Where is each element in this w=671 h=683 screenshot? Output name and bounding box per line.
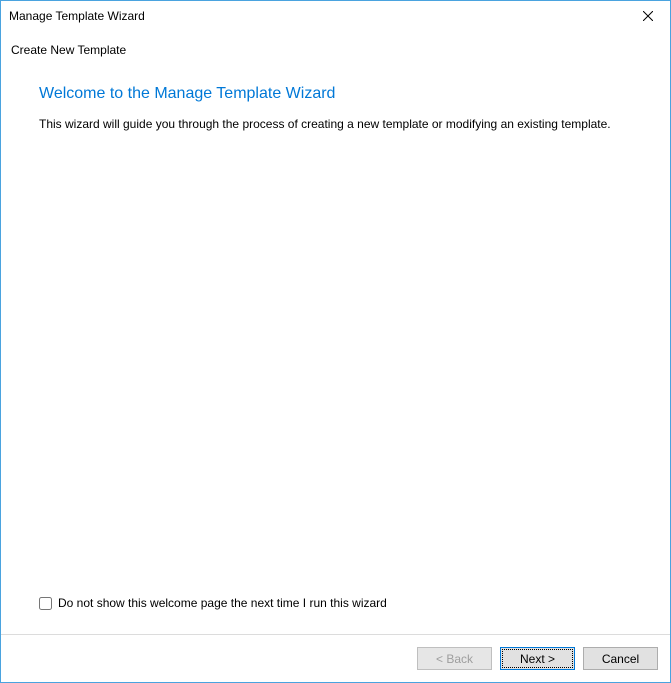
back-button: < Back xyxy=(417,647,492,670)
welcome-body: This wizard will guide you through the p… xyxy=(39,117,642,131)
next-button[interactable]: Next > xyxy=(500,647,575,670)
welcome-heading: Welcome to the Manage Template Wizard xyxy=(39,85,642,103)
wizard-content: Welcome to the Manage Template Wizard Th… xyxy=(1,65,670,634)
dont-show-again-checkbox[interactable] xyxy=(39,597,52,610)
content-spacer xyxy=(39,131,642,590)
wizard-window: Manage Template Wizard Create New Templa… xyxy=(0,0,671,683)
titlebar: Manage Template Wizard xyxy=(1,1,670,31)
dont-show-again-label: Do not show this welcome page the next t… xyxy=(58,596,387,610)
cancel-button[interactable]: Cancel xyxy=(583,647,658,670)
button-row: < Back Next > Cancel xyxy=(1,635,670,682)
close-icon xyxy=(643,11,653,21)
wizard-subtitle: Create New Template xyxy=(1,31,670,65)
close-button[interactable] xyxy=(625,1,670,31)
window-title: Manage Template Wizard xyxy=(9,9,145,23)
dont-show-again-row[interactable]: Do not show this welcome page the next t… xyxy=(39,590,642,624)
